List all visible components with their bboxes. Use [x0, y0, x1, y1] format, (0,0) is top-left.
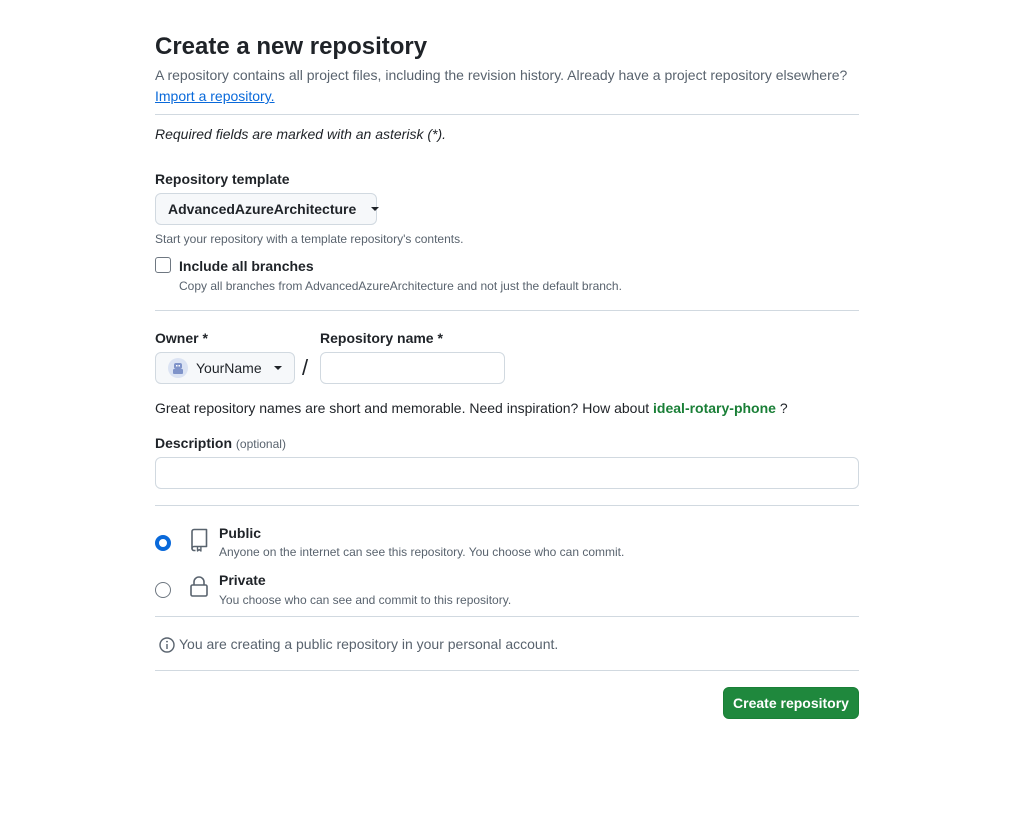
divider: [155, 505, 859, 506]
suggested-name-link[interactable]: ideal-rotary-phone: [653, 400, 776, 416]
include-branches-note: Copy all branches from AdvancedAzureArch…: [179, 279, 622, 293]
page-title: Create a new repository: [155, 33, 428, 60]
private-desc: You choose who can see and commit to thi…: [219, 593, 512, 607]
owner-label: Owner *: [155, 330, 208, 346]
repo-name-label: Repository name *: [320, 330, 443, 346]
public-radio[interactable]: [155, 535, 171, 551]
suggestion-suffix: ?: [779, 400, 788, 416]
divider: [155, 670, 859, 671]
suggestion-prefix: Great repository names are short and mem…: [155, 400, 650, 416]
owner-repo-separator: /: [302, 355, 309, 380]
import-repository-link[interactable]: Import a repository.: [155, 88, 275, 104]
divider: [155, 616, 859, 617]
required-fields-note: Required fields are marked with an aster…: [155, 126, 447, 142]
template-note: Start your repository with a template re…: [155, 232, 464, 246]
optional-label: (optional): [235, 437, 286, 451]
info-text: You are creating a public repository in …: [179, 636, 559, 652]
create-repository-button[interactable]: Create repository: [723, 687, 859, 719]
private-radio[interactable]: [155, 582, 171, 598]
repo-icon: [189, 528, 209, 555]
private-title[interactable]: Private: [219, 572, 266, 588]
repo-name-suggestion: Great repository names are short and mem…: [155, 400, 788, 416]
description-input[interactable]: [155, 457, 859, 489]
description-label: Description (optional): [155, 435, 286, 451]
repo-name-input[interactable]: [320, 352, 505, 384]
include-branches-label[interactable]: Include all branches: [179, 258, 314, 274]
lock-icon: [189, 575, 209, 602]
template-selected: AdvancedAzureArchitecture: [168, 201, 357, 217]
template-select-button[interactable]: AdvancedAzureArchitecture: [155, 193, 380, 225]
owner-select-button[interactable]: YourName: [155, 352, 295, 384]
chevron-down-icon: [371, 207, 380, 211]
info-icon: [159, 637, 175, 656]
include-branches-checkbox[interactable]: [155, 257, 171, 273]
public-desc: Anyone on the internet can see this repo…: [219, 545, 625, 559]
avatar: [168, 358, 188, 378]
template-label: Repository template: [155, 171, 290, 187]
chevron-down-icon: [273, 366, 282, 370]
public-title[interactable]: Public: [219, 525, 261, 541]
divider: [155, 114, 859, 115]
divider: [155, 310, 859, 311]
owner-selected: YourName: [196, 360, 262, 376]
avatar-icon: [173, 363, 183, 374]
page-intro: A repository contains all project files,…: [155, 67, 848, 83]
